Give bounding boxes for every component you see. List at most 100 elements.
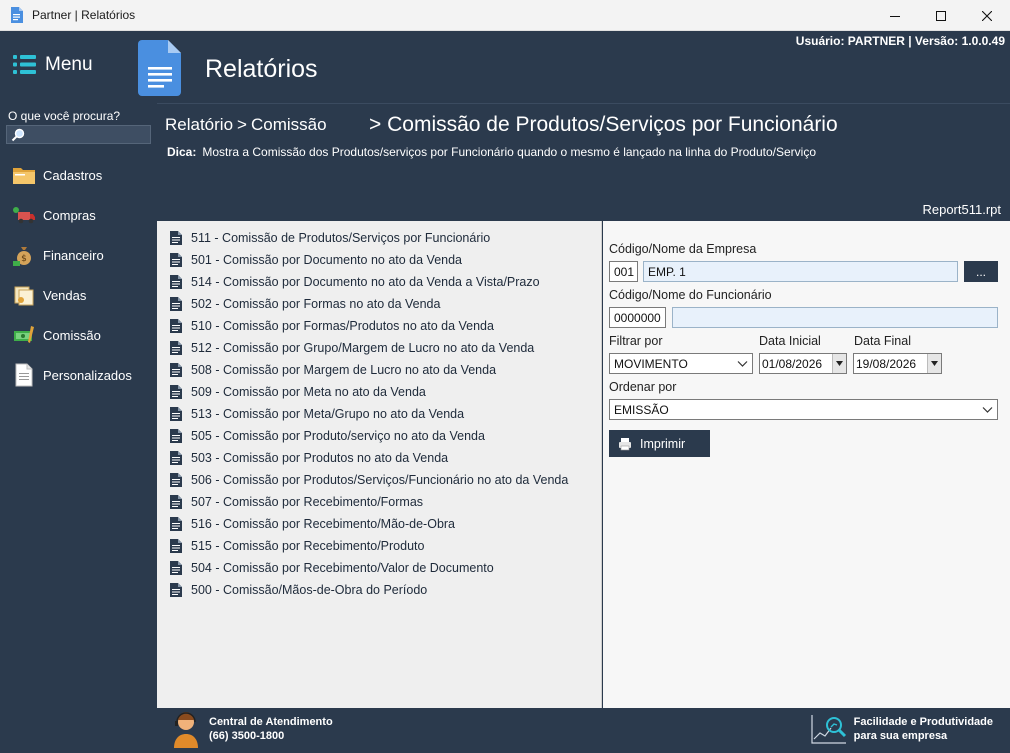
report-document-icon	[170, 517, 182, 531]
slogan-line2: para sua empresa	[853, 730, 948, 742]
ordenar-label: Ordenar por	[609, 380, 677, 394]
date-dropdown-button[interactable]	[927, 354, 941, 373]
triangle-down-icon	[931, 361, 938, 366]
data-final-field[interactable]: 19/08/2026	[853, 353, 942, 374]
report-list-item-label: 510 - Comissão por Formas/Produtos no at…	[191, 319, 494, 333]
report-list-item[interactable]: 502 - Comissão por Formas no ato da Vend…	[157, 293, 601, 315]
printer-icon	[619, 437, 631, 450]
sidebar-item-compras[interactable]: Compras	[0, 195, 157, 235]
report-list-item-label: 516 - Comissão por Recebimento/Mão-de-Ob…	[191, 517, 456, 531]
sales-papers-icon	[12, 283, 36, 307]
sidebar-item-vendas[interactable]: Vendas	[0, 275, 157, 315]
report-list-item[interactable]: 509 - Comissão por Meta no ato da Venda	[157, 381, 601, 403]
sidebar-item-label: Cadastros	[43, 167, 103, 183]
ordenar-select[interactable]: EMISSÃO	[609, 399, 998, 420]
support-title: Central de Atendimento	[209, 716, 333, 728]
ordenar-value: EMISSÃO	[614, 402, 669, 417]
productivity-chart-icon	[811, 715, 846, 744]
sidebar-item-label: Comissão	[43, 327, 101, 343]
breadcrumb-separator: >	[237, 115, 247, 134]
menu-list-icon	[13, 55, 36, 74]
sidebar-item-label: Personalizados	[43, 367, 132, 383]
report-list-item[interactable]: 514 - Comissão por Documento no ato da V…	[157, 271, 601, 293]
report-list-item[interactable]: 507 - Comissão por Recebimento/Formas	[157, 491, 601, 513]
empresa-code-field[interactable]: 001	[609, 261, 638, 282]
report-list-item-label: 501 - Comissão por Documento no ato da V…	[191, 253, 463, 267]
report-list-item[interactable]: 506 - Comissão por Produtos/Serviços/Fun…	[157, 469, 601, 491]
report-list-item[interactable]: 501 - Comissão por Documento no ato da V…	[157, 249, 601, 271]
document-icon	[12, 363, 36, 387]
window-title: Partner | Relatórios	[32, 8, 136, 22]
report-list-item[interactable]: 516 - Comissão por Recebimento/Mão-de-Ob…	[157, 513, 601, 535]
filtrar-label: Filtrar por	[609, 334, 663, 348]
user-version-info: Usuário: PARTNER | Versão: 1.0.0.49	[795, 34, 1005, 48]
empresa-browse-button[interactable]: ...	[964, 261, 998, 282]
date-dropdown-button[interactable]	[832, 354, 846, 373]
report-document-icon	[170, 561, 182, 575]
report-list-item-label: 505 - Comissão por Produto/serviço no at…	[191, 429, 485, 443]
close-button[interactable]	[964, 0, 1010, 31]
report-list-item-label: 503 - Comissão por Produtos no ato da Ve…	[191, 451, 449, 465]
cash-register-icon	[12, 323, 36, 347]
report-list-item-label: 513 - Comissão por Meta/Grupo no ato da …	[191, 407, 465, 421]
report-document-icon	[170, 385, 182, 399]
window-titlebar: Partner | Relatórios	[0, 0, 1010, 31]
report-list-item-label: 508 - Comissão por Margem de Lucro no at…	[191, 363, 497, 377]
report-document-icon	[170, 429, 182, 443]
report-list-item[interactable]: 503 - Comissão por Produtos no ato da Ve…	[157, 447, 601, 469]
report-list-item-label: 502 - Comissão por Formas no ato da Vend…	[191, 297, 441, 311]
breadcrumb-relatorio[interactable]: Relatório	[165, 115, 233, 134]
money-bag-icon: $	[12, 243, 36, 267]
tip-text: Dica: Mostra a Comissão dos Produtos/serv…	[167, 145, 816, 159]
sidebar-item-personalizados[interactable]: Personalizados	[0, 355, 157, 395]
funcionario-name-field[interactable]	[672, 307, 998, 328]
data-inicial-field[interactable]: 01/08/2026	[759, 353, 847, 374]
report-list-item[interactable]: 500 - Comissão/Mãos-de-Obra do Período	[157, 579, 601, 601]
funcionario-code-field[interactable]: 0000000	[609, 307, 666, 328]
report-list-item[interactable]: 515 - Comissão por Recebimento/Produto	[157, 535, 601, 557]
report-title-text: Comissão de Produtos/Serviços por Funcio…	[387, 113, 838, 136]
app-document-icon	[10, 7, 24, 23]
page-title: Relatórios	[205, 55, 318, 83]
sidebar-item-label: Financeiro	[43, 247, 104, 263]
folder-icon	[12, 163, 36, 187]
search-icon	[11, 128, 25, 141]
search-input[interactable]	[6, 125, 151, 144]
report-list-item[interactable]: 504 - Comissão por Recebimento/Valor de …	[157, 557, 601, 579]
report-list-item-label: 509 - Comissão por Meta no ato da Venda	[191, 385, 426, 399]
report-list-item[interactable]: 508 - Comissão por Margem de Lucro no at…	[157, 359, 601, 381]
report-document-icon	[170, 231, 182, 245]
report-list-item[interactable]: 505 - Comissão por Produto/serviço no at…	[157, 425, 601, 447]
delivery-truck-icon	[12, 203, 36, 227]
slogan: Facilidade e Produtividade para sua empr…	[810, 713, 993, 745]
report-document-icon	[170, 253, 182, 267]
chevron-down-icon	[982, 407, 993, 413]
filtrar-value: MOVIMENTO	[614, 356, 688, 371]
filtrar-select[interactable]: MOVIMENTO	[609, 353, 753, 374]
report-document-icon	[170, 473, 182, 487]
sidebar-item-cadastros[interactable]: Cadastros	[0, 155, 157, 195]
print-button[interactable]: Imprimir	[609, 430, 710, 457]
breadcrumb-separator: >	[369, 113, 382, 136]
report-list-item-label: 514 - Comissão por Documento no ato da V…	[191, 275, 540, 289]
app-header: Menu Relatórios Usuário: PARTNER | Versã…	[0, 31, 1010, 103]
report-list-item[interactable]: 511 - Comissão de Produtos/Serviços por …	[157, 227, 601, 249]
report-document-icon	[170, 539, 182, 553]
report-list-item-label: 506 - Comissão por Produtos/Serviços/Fun…	[191, 473, 569, 487]
menu-button[interactable]: Menu	[12, 52, 93, 77]
empresa-name-field[interactable]: EMP. 1	[643, 261, 958, 282]
report-list-item[interactable]: 510 - Comissão por Formas/Produtos no at…	[157, 315, 601, 337]
minimize-button[interactable]	[872, 0, 918, 31]
report-parameters-panel: Código/Nome da Empresa 001 EMP. 1 ... Có…	[603, 221, 1010, 708]
maximize-button[interactable]	[918, 0, 964, 31]
sidebar-item-comissao[interactable]: Comissão	[0, 315, 157, 355]
sidebar-item-financeiro[interactable]: $ Financeiro	[0, 235, 157, 275]
breadcrumb-comissao[interactable]: Comissão	[251, 115, 327, 134]
sidebar-item-label: Vendas	[43, 287, 87, 303]
support-contact: Central de Atendimento (66) 3500-1800	[171, 710, 333, 748]
report-title: > Comissão de Produtos/Serviços por Func…	[369, 113, 838, 137]
sidebar-item-label: Compras	[43, 207, 96, 223]
report-list-item[interactable]: 512 - Comissão por Grupo/Margem de Lucro…	[157, 337, 601, 359]
report-list-item[interactable]: 513 - Comissão por Meta/Grupo no ato da …	[157, 403, 601, 425]
report-filename: Report511.rpt	[922, 202, 1001, 217]
